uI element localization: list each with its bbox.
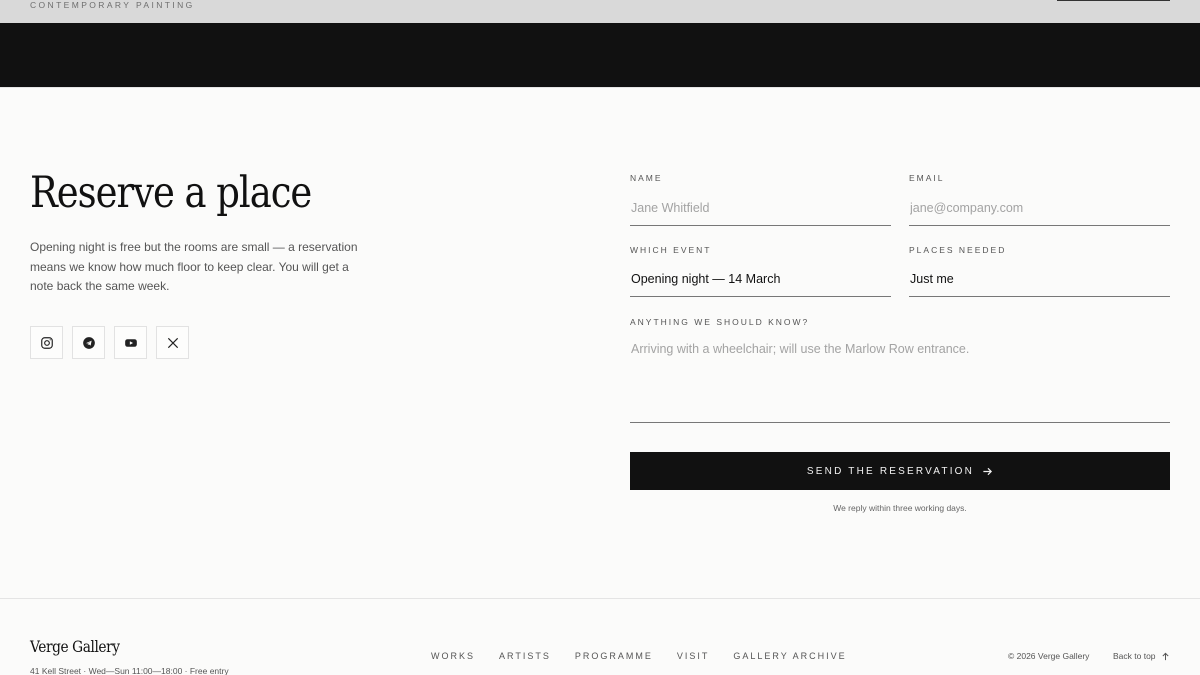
footer-link-works[interactable]: WORKS bbox=[431, 651, 475, 661]
footer-address: 41 Kell Street · Wed—Sun 11:00—18:00 · F… bbox=[30, 666, 229, 675]
copyright: © 2026 Verge Gallery bbox=[1008, 651, 1090, 661]
footer-divider bbox=[0, 598, 1200, 599]
name-input[interactable] bbox=[631, 200, 891, 215]
social-links bbox=[30, 326, 189, 359]
section-divider bbox=[0, 87, 1200, 88]
arrow-up-icon bbox=[1161, 652, 1169, 660]
event-select[interactable]: Opening night — 14 March bbox=[630, 261, 891, 297]
reply-note: We reply within three working days. bbox=[833, 503, 967, 513]
footer-logo[interactable]: Verge Gallery bbox=[30, 637, 120, 656]
email-field-wrapper bbox=[909, 190, 1170, 226]
dark-banner bbox=[0, 23, 1200, 87]
event-selected-value: Opening night — 14 March bbox=[631, 271, 781, 286]
footer-link-visit[interactable]: VISIT bbox=[677, 651, 710, 661]
telegram-icon bbox=[82, 336, 95, 349]
arrow-right-icon bbox=[983, 467, 993, 475]
send-reservation-label: SEND THE RESERVATION bbox=[806, 465, 975, 477]
brand-tagline: CONTEMPORARY PAINTING bbox=[30, 0, 195, 10]
name-field-wrapper bbox=[630, 190, 891, 226]
x-icon bbox=[167, 337, 178, 348]
event-label: WHICH EVENT bbox=[630, 245, 712, 255]
youtube-button[interactable] bbox=[114, 326, 147, 359]
footer-link-gallery-archive[interactable]: GALLERY ARCHIVE bbox=[733, 651, 846, 661]
notes-textarea[interactable] bbox=[630, 335, 1170, 423]
telegram-button[interactable] bbox=[72, 326, 105, 359]
back-to-top-label: Back to top bbox=[1113, 651, 1156, 661]
notes-label: ANYTHING WE SHOULD KNOW? bbox=[630, 317, 810, 327]
footer-link-artists[interactable]: ARTISTS bbox=[499, 651, 551, 661]
back-to-top-link[interactable]: Back to top bbox=[1113, 651, 1170, 661]
site-header: CONTEMPORARY PAINTING bbox=[0, 0, 1200, 23]
name-label: NAME bbox=[630, 173, 663, 183]
page-title: Reserve a place bbox=[30, 168, 312, 218]
instagram-button[interactable] bbox=[30, 326, 63, 359]
youtube-icon bbox=[124, 338, 137, 347]
reserve-description: Opening night is free but the rooms are … bbox=[30, 240, 358, 294]
send-reservation-button[interactable]: SEND THE RESERVATION bbox=[630, 452, 1170, 490]
places-label: PLACES NEEDED bbox=[909, 245, 1007, 255]
header-cta-underline bbox=[1057, 0, 1170, 1]
instagram-icon bbox=[40, 336, 53, 349]
email-input[interactable] bbox=[910, 200, 1170, 215]
places-select[interactable]: Just me bbox=[909, 261, 1170, 297]
places-selected-value: Just me bbox=[910, 271, 954, 286]
footer-link-programme[interactable]: PROGRAMME bbox=[575, 651, 653, 661]
email-label: EMAIL bbox=[909, 173, 945, 183]
footer-nav: WORKS ARTISTS PROGRAMME VISIT GALLERY AR… bbox=[431, 651, 847, 661]
x-button[interactable] bbox=[156, 326, 189, 359]
